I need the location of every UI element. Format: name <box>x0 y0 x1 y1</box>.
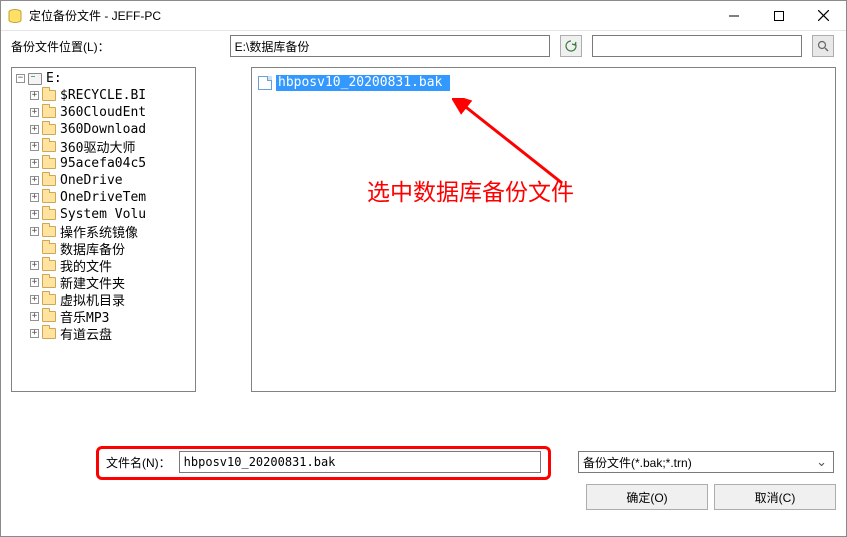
folder-icon <box>42 328 56 339</box>
expand-icon[interactable]: + <box>30 91 39 100</box>
folder-icon <box>42 158 56 169</box>
folder-icon <box>42 294 56 305</box>
tree-item[interactable]: +95acefa04c5 <box>14 155 195 172</box>
tree-item-label: 360驱动大师 <box>60 137 135 156</box>
file-list[interactable]: hbposv10_20200831.bak 选中数据库备份文件 <box>251 67 836 392</box>
tree-item[interactable]: +我的文件 <box>14 257 195 274</box>
bottom-area: 文件名(N)： 备份文件(*.bak;*.trn) 确定(O) 取消(C) <box>1 436 846 536</box>
file-area: hbposv10_20200831.bak 选中数据库备份文件 <box>206 67 836 436</box>
filter-input[interactable] <box>592 35 802 57</box>
tree-item-label: OneDrive <box>60 173 123 188</box>
expand-icon[interactable]: + <box>30 295 39 304</box>
file-icon <box>258 76 272 90</box>
folder-icon <box>42 107 56 118</box>
tree-item[interactable]: +操作系统镜像 <box>14 223 195 240</box>
drive-icon <box>28 73 42 85</box>
tree-item[interactable]: +360驱动大师 <box>14 138 195 155</box>
window-title: 定位备份文件 - JEFF-PC <box>29 7 711 24</box>
expand-icon[interactable]: + <box>30 227 39 236</box>
tree-item[interactable]: + OneDrive <box>14 172 195 189</box>
tree-item-label: System Volu <box>60 207 146 222</box>
collapse-icon[interactable]: − <box>16 74 25 83</box>
close-button[interactable] <box>801 1 846 30</box>
tree-spacer <box>30 244 39 253</box>
tree-item-label: $RECYCLE.BI <box>60 88 146 103</box>
ok-button[interactable]: 确定(O) <box>586 484 708 510</box>
folder-icon <box>42 260 56 271</box>
file-item[interactable]: hbposv10_20200831.bak <box>258 74 829 92</box>
tree-item[interactable]: + 有道云盘 <box>14 325 195 342</box>
refresh-button[interactable] <box>560 35 582 57</box>
folder-icon <box>42 90 56 101</box>
folder-tree[interactable]: − E: +$RECYCLE.BI+360CloudEnt+360Downloa… <box>11 67 196 392</box>
expand-icon[interactable]: + <box>30 125 39 134</box>
file-name: hbposv10_20200831.bak <box>276 75 450 91</box>
path-input[interactable] <box>230 35 550 57</box>
tree-item[interactable]: +虚拟机目录 <box>14 291 195 308</box>
title-bar: 定位备份文件 - JEFF-PC <box>1 1 846 31</box>
tree-item-label: 有道云盘 <box>60 324 112 343</box>
filetype-select[interactable]: 备份文件(*.bak;*.trn) <box>578 451 834 473</box>
expand-icon[interactable]: + <box>30 278 39 287</box>
expand-icon[interactable]: + <box>30 193 39 202</box>
tree-root[interactable]: − E: <box>14 70 195 87</box>
expand-icon[interactable]: + <box>30 142 39 151</box>
maximize-button[interactable] <box>756 1 801 30</box>
tree-item-label: 360CloudEnt <box>60 105 146 120</box>
expand-icon[interactable]: + <box>30 210 39 219</box>
filename-label: 文件名(N)： <box>106 454 171 471</box>
filename-input[interactable] <box>179 451 541 473</box>
expand-icon[interactable]: + <box>30 261 39 270</box>
expand-icon[interactable]: + <box>30 159 39 168</box>
expand-icon[interactable]: + <box>30 329 39 338</box>
folder-icon <box>42 243 56 254</box>
annotation-text: 选中数据库备份文件 <box>367 173 574 207</box>
toolbar: 备份文件位置(L)： <box>1 31 846 61</box>
cancel-button[interactable]: 取消(C) <box>714 484 836 510</box>
folder-icon <box>42 175 56 186</box>
tree-item[interactable]: +360Download <box>14 121 195 138</box>
folder-icon <box>42 277 56 288</box>
expand-icon[interactable]: + <box>30 108 39 117</box>
tree-item[interactable]: + System Volu <box>14 206 195 223</box>
filetype-selected: 备份文件(*.bak;*.trn) <box>583 454 692 471</box>
tree-item-label: 95acefa04c5 <box>60 156 146 171</box>
expand-icon[interactable]: + <box>30 176 39 185</box>
tree-item[interactable]: +新建文件夹 <box>14 274 195 291</box>
tree-item-label: 360Download <box>60 122 146 137</box>
tree-item[interactable]: + $RECYCLE.BI <box>14 87 195 104</box>
tree-item-label: OneDriveTem <box>60 190 146 205</box>
folder-icon <box>42 192 56 203</box>
app-icon <box>7 8 23 24</box>
tree-item[interactable]: +360CloudEnt <box>14 104 195 121</box>
folder-icon <box>42 311 56 322</box>
expand-icon[interactable]: + <box>30 312 39 321</box>
tree-item[interactable]: 数据库备份 <box>14 240 195 257</box>
folder-icon <box>42 226 56 237</box>
tree-item[interactable]: +音乐MP3 <box>14 308 195 325</box>
dialog-window: 定位备份文件 - JEFF-PC 备份文件位置(L)： − <box>0 0 847 537</box>
body-area: − E: +$RECYCLE.BI+360CloudEnt+360Downloa… <box>1 61 846 436</box>
folder-icon <box>42 141 56 152</box>
tree-item[interactable]: + OneDriveTem <box>14 189 195 206</box>
folder-icon <box>42 209 56 220</box>
minimize-button[interactable] <box>711 1 756 30</box>
folder-icon <box>42 124 56 135</box>
search-button[interactable] <box>812 35 834 57</box>
location-label: 备份文件位置(L)： <box>11 38 110 55</box>
tree-root-label: E: <box>46 71 62 86</box>
